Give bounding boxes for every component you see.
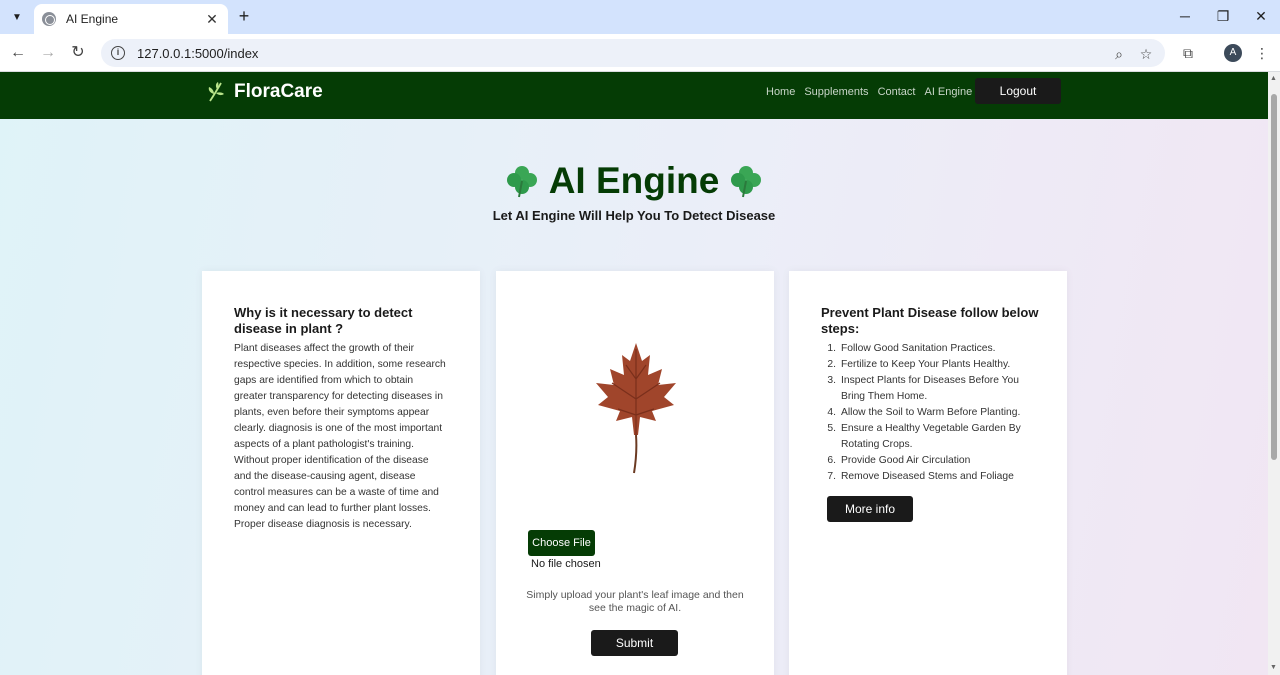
tab-close-icon[interactable]: ✕ (204, 11, 220, 28)
list-item: 6. Provide Good Air Circulation (827, 455, 971, 466)
new-tab-button[interactable]: + (234, 6, 254, 26)
prevention-card-heading: Prevent Plant Disease follow below steps… (821, 305, 1039, 336)
browser-tab[interactable]: AI Engine ✕ (34, 4, 228, 34)
url-text[interactable]: 127.0.0.1:5000/index (137, 46, 258, 61)
address-bar[interactable]: i 127.0.0.1:5000/index ⌕ ☆ (101, 39, 1165, 67)
bookmark-star-icon[interactable]: ☆ (1138, 46, 1154, 62)
more-info-button[interactable]: More info (827, 496, 913, 522)
restore-icon[interactable]: ❐ (1208, 6, 1238, 26)
nav-link-ai-engine[interactable]: AI Engine (924, 85, 972, 99)
extensions-icon[interactable]: ⧉ (1178, 43, 1198, 63)
nav-links: Home Supplements Contact AI Engine (766, 85, 981, 99)
logout-button[interactable]: Logout (975, 78, 1061, 104)
list-item: 7. Remove Diseased Stems and Foliage (827, 471, 1014, 482)
site-info-icon[interactable]: i (111, 46, 125, 60)
leaf-sprig-icon (208, 82, 224, 102)
forward-arrow-icon[interactable]: → (37, 42, 59, 64)
globe-icon (42, 12, 56, 26)
list-item: 5. Ensure a Healthy Vegetable Garden By R… (827, 423, 1021, 450)
clover-icon (506, 166, 537, 198)
maple-leaf-image (596, 343, 676, 474)
prevention-card: Prevent Plant Disease follow below steps… (789, 271, 1067, 675)
brand[interactable]: FloraCare (206, 81, 323, 103)
list-item: 4. Allow the Soil to Warm Before Planting… (827, 407, 1021, 418)
zoom-icon[interactable]: ⌕ (1111, 46, 1127, 62)
browser-toolbar: ← → ↻ i 127.0.0.1:5000/index ⌕ ☆ ⧉ A ⋮ (0, 34, 1280, 72)
info-card-body: Plant diseases affect the growth of thei… (234, 343, 446, 530)
file-status-text: No file chosen (531, 558, 601, 570)
back-arrow-icon[interactable]: ← (7, 42, 29, 64)
page-subtitle: Let AI Engine Will Help You To Detect Di… (492, 208, 776, 223)
prevention-steps-list: 1. Follow Good Sanitation Practices. 2. Fe… (821, 341, 1041, 485)
browser-tab-bar: ▼ AI Engine ✕ + ─ ❐ ✕ (0, 0, 1280, 34)
nav-link-supplements[interactable]: Supplements (804, 85, 868, 99)
minimize-icon[interactable]: ─ (1170, 6, 1200, 26)
nav-link-home[interactable]: Home (766, 85, 795, 99)
page-scrollbar[interactable]: ▲ ▼ (1268, 72, 1280, 675)
page-content: FloraCare Home Supplements Contact AI En… (0, 72, 1268, 675)
menu-kebab-icon[interactable]: ⋮ (1252, 43, 1272, 63)
reload-icon[interactable]: ↻ (67, 42, 89, 64)
upload-card: Choose File No file chosen Simply upload… (496, 271, 774, 675)
list-item: 3. Inspect Plants for Diseases Before You… (827, 375, 1020, 402)
list-item: 1. Follow Good Sanitation Practices. (827, 343, 996, 354)
page-title: AI Engine (0, 160, 1268, 202)
scroll-up-icon[interactable]: ▲ (1270, 75, 1277, 82)
hero: AI Engine Let AI Engine Will Help You To… (0, 160, 1268, 223)
close-window-icon[interactable]: ✕ (1246, 6, 1276, 26)
info-card: Why is it necessary to detect disease in… (202, 271, 480, 675)
scroll-thumb[interactable] (1271, 94, 1277, 460)
tab-search-dropdown-icon[interactable]: ▼ (6, 6, 28, 28)
scroll-down-icon[interactable]: ▼ (1270, 664, 1277, 671)
list-item: 2. Fertilize to Keep Your Plants Healthy. (827, 359, 1011, 370)
profile-avatar[interactable]: A (1224, 44, 1242, 62)
nav-link-contact[interactable]: Contact (878, 85, 916, 99)
page-title-text: AI Engine (548, 160, 720, 201)
info-card-heading: Why is it necessary to detect disease in… (234, 305, 413, 336)
tab-title: AI Engine (66, 12, 119, 26)
choose-file-button[interactable]: Choose File (528, 530, 595, 556)
site-navbar: FloraCare Home Supplements Contact AI En… (0, 72, 1268, 119)
clover-icon (731, 166, 762, 198)
brand-name: FloraCare (234, 81, 323, 102)
upload-hint: Simply upload your plant's leaf image an… (526, 589, 744, 614)
submit-button[interactable]: Submit (591, 630, 678, 656)
